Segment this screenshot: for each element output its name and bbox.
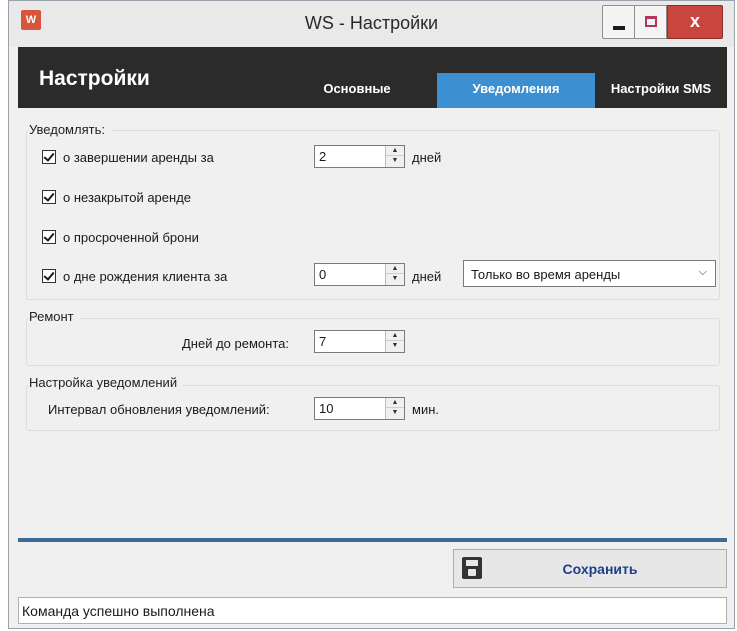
notification-settings-title: Настройка уведомлений bbox=[29, 375, 184, 390]
birthday-label: о дне рождения клиента за bbox=[63, 268, 228, 284]
birthday-mode-select[interactable]: Только во время аренды ⌵ bbox=[463, 260, 716, 287]
birthday-unit: дней bbox=[412, 269, 442, 284]
interval-spinner[interactable]: 10 ▲ ▼ bbox=[314, 397, 405, 420]
overdue-label: о просроченной брони bbox=[63, 229, 199, 245]
repair-days-spin-buttons[interactable]: ▲ ▼ bbox=[385, 331, 404, 352]
overdue-row: о просроченной брони bbox=[42, 228, 199, 246]
interval-value: 10 bbox=[319, 401, 334, 416]
unclosed-checkbox[interactable] bbox=[42, 190, 56, 204]
birthday-days-spinner[interactable]: 0 ▲ ▼ bbox=[314, 263, 405, 286]
footer: Сохранить bbox=[18, 542, 727, 597]
birthday-days-spin-buttons[interactable]: ▲ ▼ bbox=[385, 264, 404, 285]
notify-group-title: Уведомлять: bbox=[29, 122, 111, 137]
tab-sms-settings[interactable]: Настройки SMS bbox=[595, 73, 727, 108]
rent-end-label: о завершении аренды за bbox=[63, 149, 214, 165]
close-button[interactable]: x bbox=[667, 5, 723, 39]
unclosed-label: о незакрытой аренде bbox=[63, 189, 192, 205]
title-bar[interactable]: W WS - Настройки x bbox=[9, 1, 734, 47]
spin-up-icon[interactable]: ▲ bbox=[386, 331, 404, 341]
birthday-row: о дне рождения клиента за bbox=[42, 267, 227, 285]
chevron-down-icon: ⌵ bbox=[698, 266, 707, 278]
settings-window: W WS - Настройки x Настройки Основные Ув… bbox=[8, 0, 735, 629]
birthday-checkbox[interactable] bbox=[42, 269, 56, 283]
spin-down-icon[interactable]: ▼ bbox=[386, 341, 404, 351]
interval-unit: мин. bbox=[412, 402, 439, 417]
rent-end-days-spin-buttons[interactable]: ▲ ▼ bbox=[385, 146, 404, 167]
close-icon: x bbox=[689, 11, 700, 31]
rent-end-days-value: 2 bbox=[319, 149, 327, 164]
repair-group-title: Ремонт bbox=[29, 309, 80, 324]
rent-end-checkbox[interactable] bbox=[42, 150, 56, 164]
birthday-days-value: 0 bbox=[319, 267, 327, 282]
interval-label: Интервал обновления уведомлений: bbox=[48, 402, 270, 417]
save-button-label: Сохранить bbox=[562, 561, 638, 577]
maximize-button[interactable] bbox=[635, 5, 667, 39]
birthday-mode-value: Только во время аренды bbox=[471, 267, 621, 282]
rent-end-unit: дней bbox=[412, 150, 442, 165]
spin-down-icon[interactable]: ▼ bbox=[386, 408, 404, 418]
page-title: Настройки bbox=[39, 67, 150, 90]
notifications-panel: Уведомлять: о завершении аренды за 2 ▲ ▼… bbox=[18, 108, 727, 538]
status-text: Команда успешно выполнена bbox=[22, 603, 215, 619]
spin-down-icon[interactable]: ▼ bbox=[386, 274, 404, 284]
interval-spin-buttons[interactable]: ▲ ▼ bbox=[385, 398, 404, 419]
minimize-icon bbox=[613, 26, 625, 30]
spin-down-icon[interactable]: ▼ bbox=[386, 156, 404, 166]
unclosed-row: о незакрытой аренде bbox=[42, 188, 191, 206]
status-bar: Команда успешно выполнена bbox=[18, 597, 727, 624]
rent-end-days-spinner[interactable]: 2 ▲ ▼ bbox=[314, 145, 405, 168]
repair-days-value: 7 bbox=[319, 334, 327, 349]
overdue-checkbox[interactable] bbox=[42, 230, 56, 244]
save-button[interactable]: Сохранить bbox=[453, 549, 727, 588]
spin-up-icon[interactable]: ▲ bbox=[386, 398, 404, 408]
minimize-button[interactable] bbox=[602, 5, 635, 39]
spin-up-icon[interactable]: ▲ bbox=[386, 264, 404, 274]
tab-notifications[interactable]: Уведомления bbox=[437, 73, 595, 108]
settings-header: Настройки Основные Уведомления Настройки… bbox=[18, 47, 727, 108]
repair-days-spinner[interactable]: 7 ▲ ▼ bbox=[314, 330, 405, 353]
rent-end-row: о завершении аренды за bbox=[42, 148, 214, 166]
tab-general[interactable]: Основные bbox=[297, 73, 417, 108]
repair-days-label: Дней до ремонта: bbox=[182, 336, 289, 351]
maximize-icon bbox=[645, 16, 657, 27]
spin-up-icon[interactable]: ▲ bbox=[386, 146, 404, 156]
